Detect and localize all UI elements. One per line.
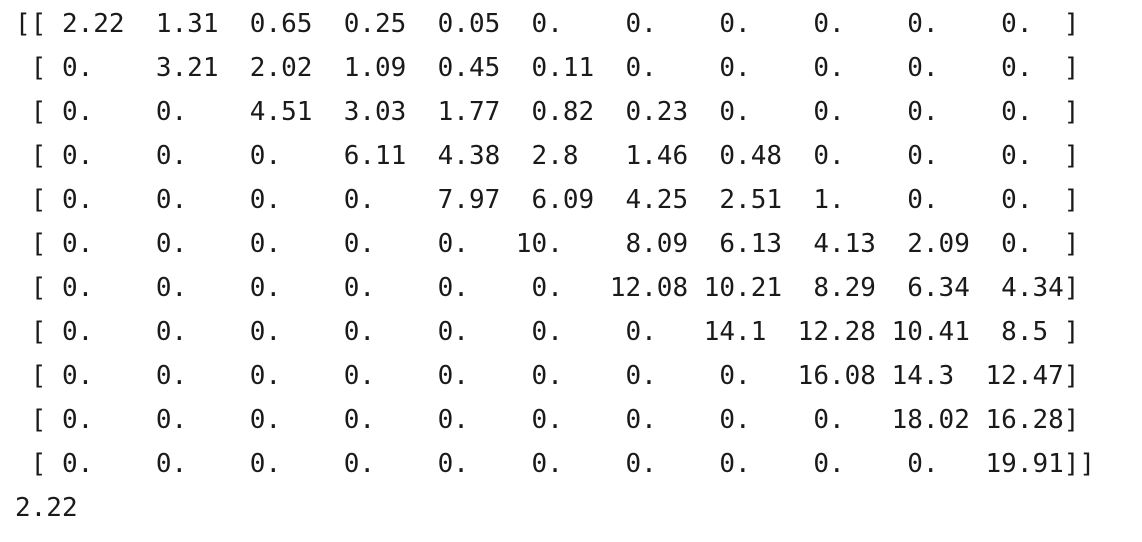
scalar-result: 2.22	[15, 493, 78, 523]
matrix-row-7: [ 0. 0. 0. 0. 0. 0. 12.08 10.21 8.29 6.3…	[15, 273, 1080, 303]
matrix-row-9: [ 0. 0. 0. 0. 0. 0. 0. 0. 16.08 14.3 12.…	[15, 361, 1080, 391]
matrix-row-3: [ 0. 0. 4.51 3.03 1.77 0.82 0.23 0. 0. 0…	[15, 97, 1080, 127]
matrix-row-11: [ 0. 0. 0. 0. 0. 0. 0. 0. 0. 0. 19.91]]	[15, 449, 1096, 479]
output-lines: [[ 2.22 1.31 0.65 0.25 0.05 0. 0. 0. 0. …	[15, 0, 1142, 530]
matrix-row-8: [ 0. 0. 0. 0. 0. 0. 0. 14.1 12.28 10.41 …	[15, 317, 1080, 347]
matrix-row-4: [ 0. 0. 0. 6.11 4.38 2.8 1.46 0.48 0. 0.…	[15, 141, 1080, 171]
matrix-row-1: [[ 2.22 1.31 0.65 0.25 0.05 0. 0. 0. 0. …	[15, 9, 1080, 39]
matrix-row-6: [ 0. 0. 0. 0. 0. 10. 8.09 6.13 4.13 2.09…	[15, 229, 1080, 259]
matrix-row-5: [ 0. 0. 0. 0. 7.97 6.09 4.25 2.51 1. 0. …	[15, 185, 1080, 215]
console-output: [[ 2.22 1.31 0.65 0.25 0.05 0. 0. 0. 0. …	[0, 0, 1142, 542]
matrix-row-10: [ 0. 0. 0. 0. 0. 0. 0. 0. 0. 18.02 16.28…	[15, 405, 1080, 435]
matrix-row-2: [ 0. 3.21 2.02 1.09 0.45 0.11 0. 0. 0. 0…	[15, 53, 1080, 83]
